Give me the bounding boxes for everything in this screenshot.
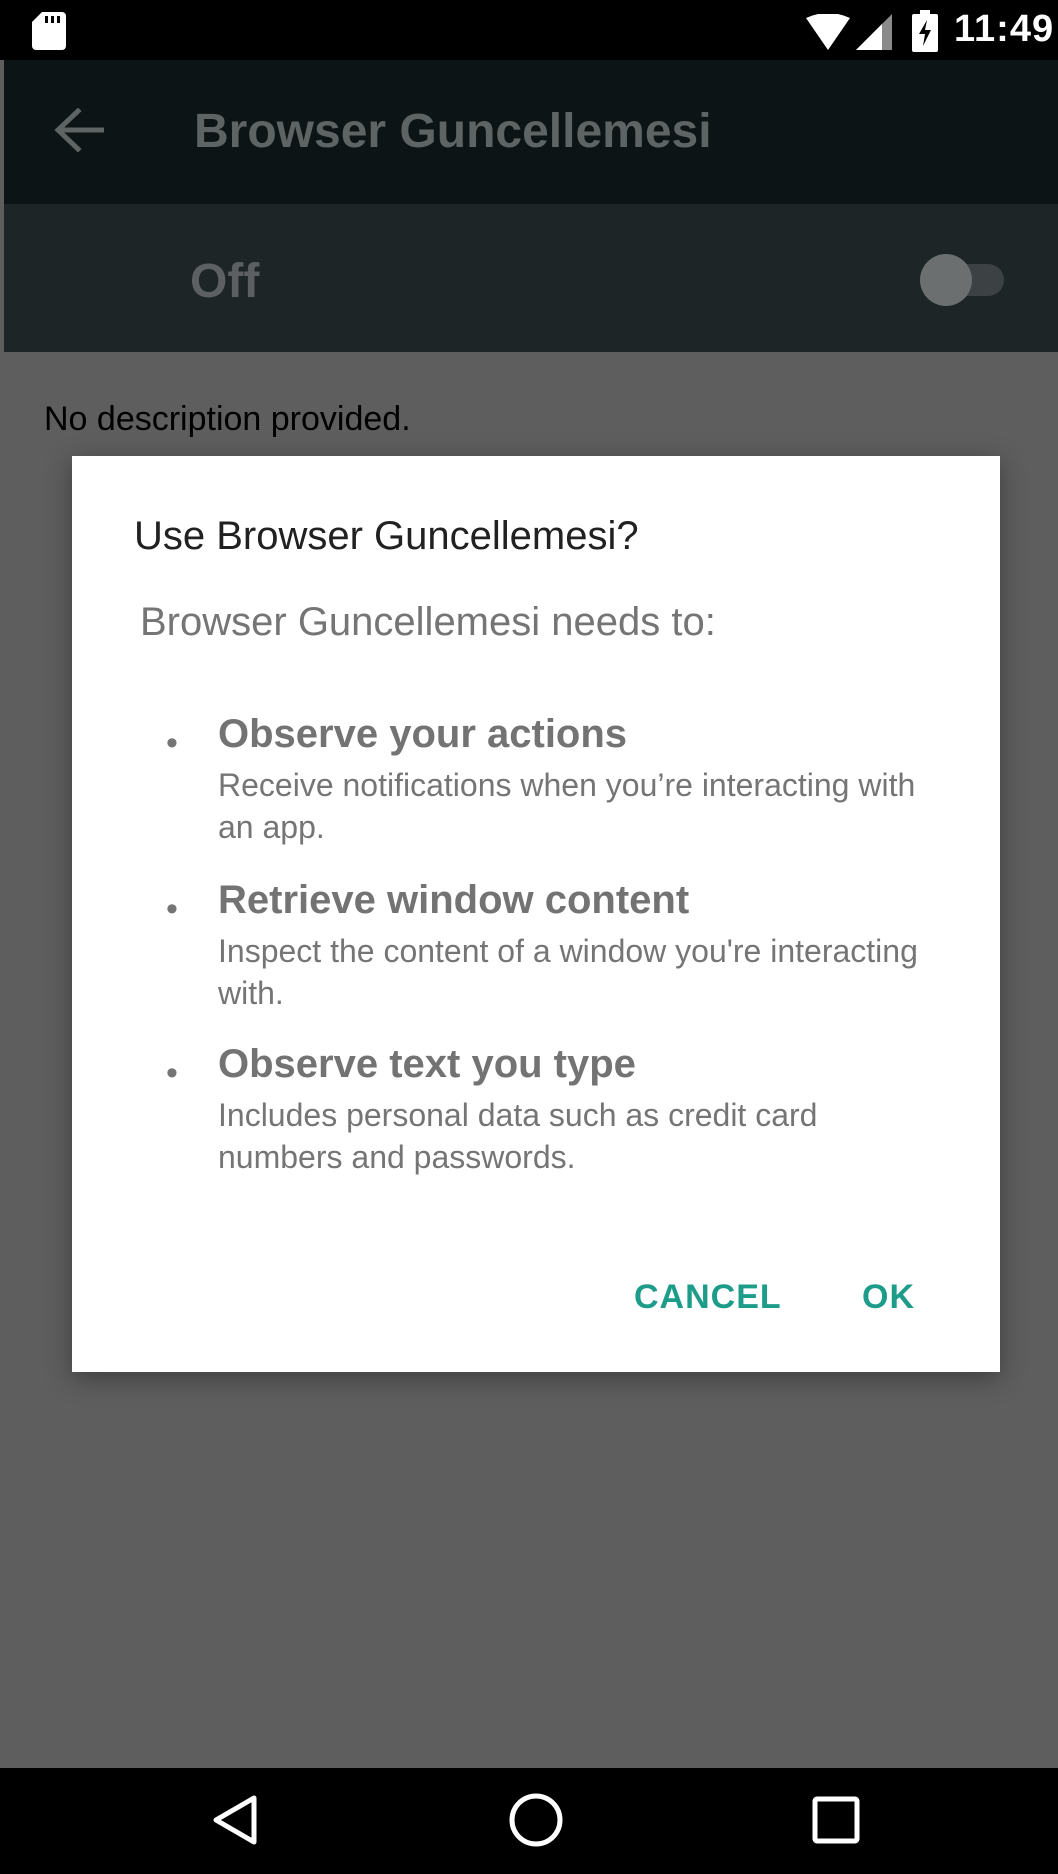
app-bar: Browser Guncellemesi [4,60,1058,204]
dialog-title: Use Browser Guncellemesi? [134,514,639,558]
arrow-left-icon[interactable] [54,108,104,152]
wifi-icon [806,14,850,50]
sd-card-icon [32,12,66,50]
page-title: Browser Guncellemesi [194,105,712,158]
service-description: No description provided. [44,400,411,438]
permission-description: Receive notifications when you’re intera… [218,767,916,845]
bullet: • [166,724,178,762]
nav-home-icon[interactable] [508,1792,564,1848]
master-switch-bar[interactable]: Off [4,204,1058,352]
switch-label: Off [190,255,260,308]
permission-description: Inspect the content of a window you're i… [218,933,918,1011]
permission-title: Observe your actions [218,712,628,756]
bullet: • [166,890,178,928]
battery-icon [912,10,938,52]
permission-dialog: Use Browser Guncellemesi? Browser Guncel… [72,456,1000,1372]
dialog-subtitle: Browser Guncellemesi needs to: [140,600,716,644]
navigation-bar [0,1768,1058,1874]
permission-title: Observe text you type [218,1042,636,1086]
toggle-thumb[interactable] [920,254,972,306]
status-clock: 11:49 [954,8,1055,50]
permission-description: Includes personal data such as credit ca… [218,1097,818,1175]
nav-back-icon[interactable] [212,1794,258,1846]
permission-title: Retrieve window content [218,878,690,922]
screen: 11:49 Browser Guncellemesi Off No descri… [0,0,1058,1874]
ok-button[interactable]: OK [862,1278,915,1317]
status-bar: 11:49 [0,0,1058,60]
bullet: • [166,1054,178,1092]
nav-recents-icon[interactable] [812,1796,860,1844]
signal-icon [856,14,892,50]
cancel-button[interactable]: CANCEL [634,1278,782,1317]
